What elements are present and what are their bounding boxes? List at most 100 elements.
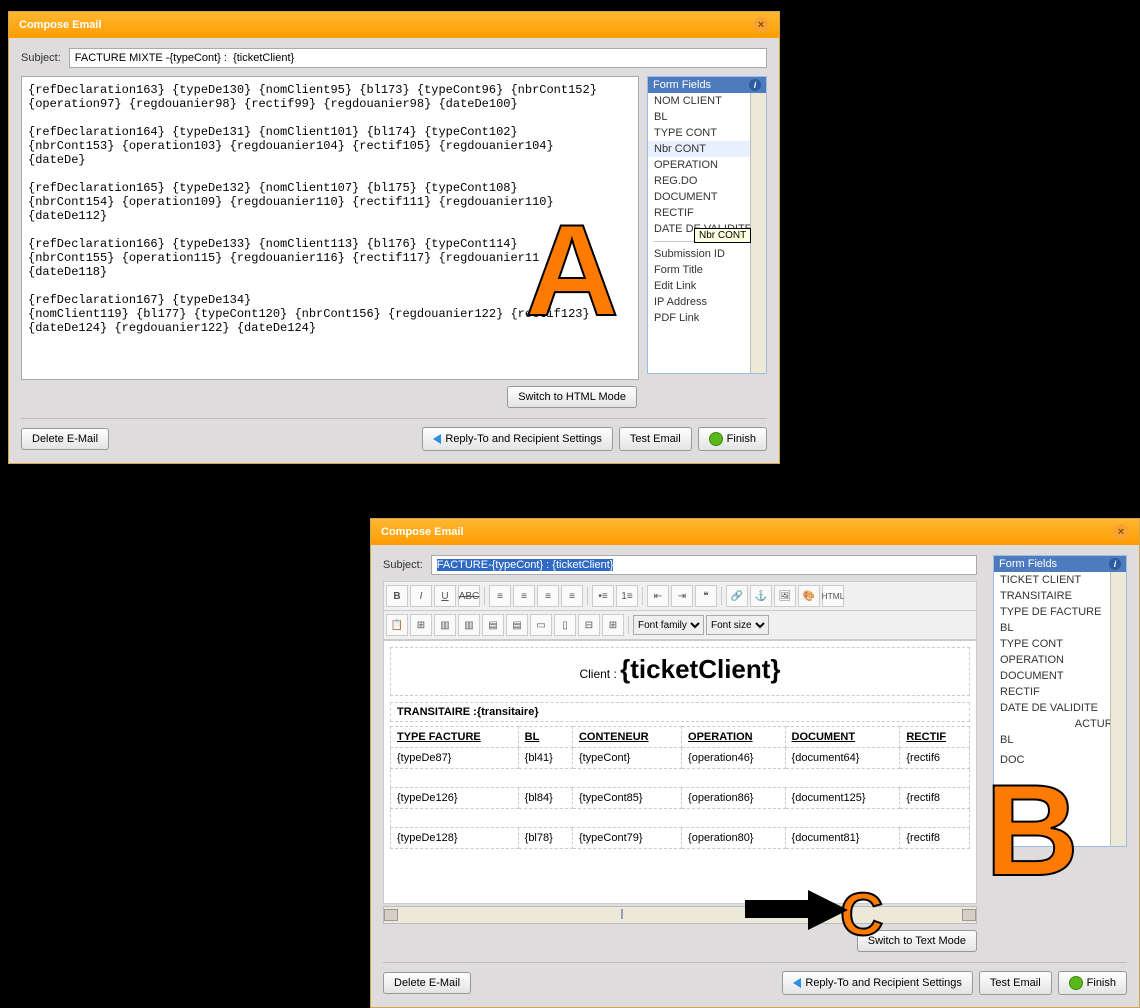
sidebar-item[interactable]: Submission ID <box>648 246 766 262</box>
image-icon[interactable]: 🖼 <box>774 585 796 607</box>
subject-input[interactable]: FACTURE-{typeCont} : {ticketClient} <box>431 555 977 575</box>
transitaire-line: TRANSITAIRE :{transitaire} <box>390 702 970 722</box>
delete-email-button[interactable]: Delete E-Mail <box>21 428 109 450</box>
divider <box>653 241 761 242</box>
col-after-icon[interactable]: ▤ <box>506 614 528 636</box>
sidebar-item[interactable]: BL <box>994 732 1126 748</box>
sidebar-item[interactable]: RECTIF <box>994 684 1126 700</box>
form-fields-panel: Form Fields i NOM CLIENT BL TYPE CONT Nb… <box>647 76 767 374</box>
col-before-icon[interactable]: ▤ <box>482 614 504 636</box>
switch-html-mode-button[interactable]: Switch to HTML Mode <box>507 386 637 408</box>
test-email-button[interactable]: Test Email <box>979 971 1052 995</box>
row-after-icon[interactable]: ▥ <box>458 614 480 636</box>
sidebar-item[interactable]: DATE DE VALIDITE <box>648 221 766 237</box>
check-icon <box>1069 976 1083 990</box>
close-icon[interactable]: × <box>753 17 769 33</box>
delete-row-icon[interactable]: ▭ <box>530 614 552 636</box>
sidebar-item[interactable]: PDF Link <box>648 310 766 326</box>
scrollbar[interactable] <box>750 93 766 373</box>
sidebar-item[interactable]: TICKET CLIENT <box>994 572 1126 588</box>
close-icon[interactable]: × <box>1113 524 1129 540</box>
table-icon[interactable]: ⊞ <box>410 614 432 636</box>
table-row: {typeDe87} {bl41} {typeCont} {operation4… <box>391 748 970 769</box>
reply-recipient-settings-button[interactable]: Reply-To and Recipient Settings <box>422 427 613 451</box>
info-icon[interactable]: i <box>1109 558 1121 570</box>
window-title: Compose Email <box>19 19 102 31</box>
table-row: {typeDe128} {bl78} {typeCont79} {operati… <box>391 828 970 849</box>
sidebar-item[interactable]: Edit Link <box>648 278 766 294</box>
sidebar-item[interactable]: Form Title <box>648 262 766 278</box>
test-email-button[interactable]: Test Email <box>619 427 692 451</box>
quote-icon[interactable]: ❝ <box>695 585 717 607</box>
table-header: DOCUMENT <box>785 727 900 748</box>
bold-icon[interactable]: B <box>386 585 408 607</box>
outdent-icon[interactable]: ⇤ <box>647 585 669 607</box>
reply-recipient-settings-button[interactable]: Reply-To and Recipient Settings <box>782 971 973 995</box>
sidebar-item[interactable]: TYPE DE FACTURE <box>994 604 1126 620</box>
italic-icon[interactable]: I <box>410 585 432 607</box>
switch-text-mode-button[interactable]: Switch to Text Mode <box>857 930 977 952</box>
form-fields-header: Form Fields i <box>648 77 766 93</box>
table-header: OPERATION <box>682 727 786 748</box>
html-icon[interactable]: HTML <box>822 585 844 607</box>
sidebar-item[interactable]: NOM CLIENT <box>648 93 766 109</box>
titlebar-a: Compose Email × <box>9 12 779 38</box>
arrow-left-icon <box>433 434 441 444</box>
merge-icon[interactable]: ⊟ <box>578 614 600 636</box>
list-ol-icon[interactable]: 1≡ <box>616 585 638 607</box>
horizontal-scrollbar[interactable] <box>383 906 977 924</box>
info-icon[interactable]: i <box>749 79 761 91</box>
subject-input[interactable] <box>69 48 767 68</box>
font-family-select[interactable]: Font family <box>633 615 704 635</box>
split-icon[interactable]: ⊞ <box>602 614 624 636</box>
link-icon[interactable]: 🔗 <box>726 585 748 607</box>
titlebar-b: Compose Email × <box>371 519 1139 545</box>
finish-button[interactable]: Finish <box>1058 971 1127 995</box>
sidebar-item[interactable]: BL <box>994 620 1126 636</box>
email-body-textarea[interactable]: {refDeclaration163} {typeDe130} {nomClie… <box>21 76 639 380</box>
scrollbar[interactable] <box>1110 572 1126 846</box>
sidebar-item[interactable]: DATE DE VALIDITE <box>994 700 1126 716</box>
paste-icon[interactable]: 📋 <box>386 614 408 636</box>
indent-icon[interactable]: ⇥ <box>671 585 693 607</box>
sidebar-item[interactable]: DOCUMENT <box>994 668 1126 684</box>
align-left-icon[interactable]: ≡ <box>489 585 511 607</box>
underline-icon[interactable]: U <box>434 585 456 607</box>
subject-selected-text: FACTURE-{typeCont} : {ticketClient} <box>437 559 614 571</box>
sidebar-item[interactable]: REG.DO <box>648 173 766 189</box>
sidebar-item[interactable]: OPERATION <box>648 157 766 173</box>
align-right-icon[interactable]: ≡ <box>537 585 559 607</box>
sidebar-item[interactable]: OPERATION <box>994 652 1126 668</box>
rte-toolbar-row-1: B I U ABC ≡ ≡ ≡ ≡ •≡ 1≡ ⇤ ⇥ ❝ <box>383 581 977 611</box>
finish-button[interactable]: Finish <box>698 427 767 451</box>
sidebar-item[interactable]: TYPE CONT <box>994 636 1126 652</box>
strike-icon[interactable]: ABC <box>458 585 480 607</box>
compose-email-window-a: Compose Email × Subject: {refDeclaration… <box>8 11 780 464</box>
rte-content-area[interactable]: Client : {ticketClient} TRANSITAIRE :{tr… <box>383 640 977 904</box>
arrow-left-icon <box>793 978 801 988</box>
sidebar-item[interactable]: DOCUMENT <box>648 189 766 205</box>
delete-col-icon[interactable]: ▯ <box>554 614 576 636</box>
table-header: TYPE FACTURE <box>391 727 519 748</box>
sidebar-item[interactable]: DOC <box>994 752 1126 768</box>
delete-email-button[interactable]: Delete E-Mail <box>383 972 471 994</box>
sidebar-item[interactable]: RECTIF <box>648 205 766 221</box>
font-size-select[interactable]: Font size <box>706 615 769 635</box>
sidebar-item[interactable]: Nbr CONT <box>648 141 766 157</box>
row-before-icon[interactable]: ▥ <box>434 614 456 636</box>
sidebar-item[interactable]: IP Address <box>648 294 766 310</box>
table-header: RECTIF <box>900 727 970 748</box>
anchor-icon[interactable]: ⚓ <box>750 585 772 607</box>
list-ul-icon[interactable]: •≡ <box>592 585 614 607</box>
sidebar-item[interactable]: TYPE CONT <box>648 125 766 141</box>
color-icon[interactable]: 🎨 <box>798 585 820 607</box>
align-center-icon[interactable]: ≡ <box>513 585 535 607</box>
align-justify-icon[interactable]: ≡ <box>561 585 583 607</box>
table-header: BL <box>518 727 572 748</box>
data-table: TYPE FACTURE BL CONTENEUR OPERATION DOCU… <box>390 726 970 849</box>
form-fields-list: TICKET CLIENT TRANSITAIRE TYPE DE FACTUR… <box>994 572 1126 846</box>
sidebar-item[interactable]: TRANSITAIRE <box>994 588 1126 604</box>
subject-label: Subject: <box>21 52 61 64</box>
sidebar-item[interactable]: BL <box>648 109 766 125</box>
sidebar-item[interactable]: ACTURE <box>994 716 1126 732</box>
